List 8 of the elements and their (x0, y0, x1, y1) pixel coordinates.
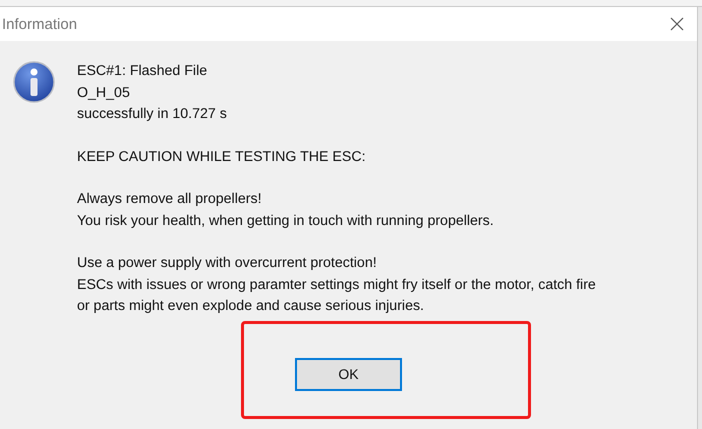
close-icon[interactable] (670, 17, 684, 31)
message-text: ESC#1: Flashed File O_H_05 successfully in 10.727 s (77, 62, 228, 124)
message-text: KEEP CAUTION WHILE TESTING THE ESC: (77, 148, 367, 166)
ok-button[interactable]: OK (295, 358, 402, 390)
message-text: Use a power supply with overcurrent protection! ESCs with issues or wrong paramter settings might fry itself or the motor, catch fire or parts might even explode and cause serious injuries. (77, 254, 596, 316)
message-text: Always remove all propellers! You risk your health, when getting in touch with running propellers. (77, 190, 495, 230)
info-icon (13, 61, 55, 103)
window-title: Information (2, 16, 78, 32)
